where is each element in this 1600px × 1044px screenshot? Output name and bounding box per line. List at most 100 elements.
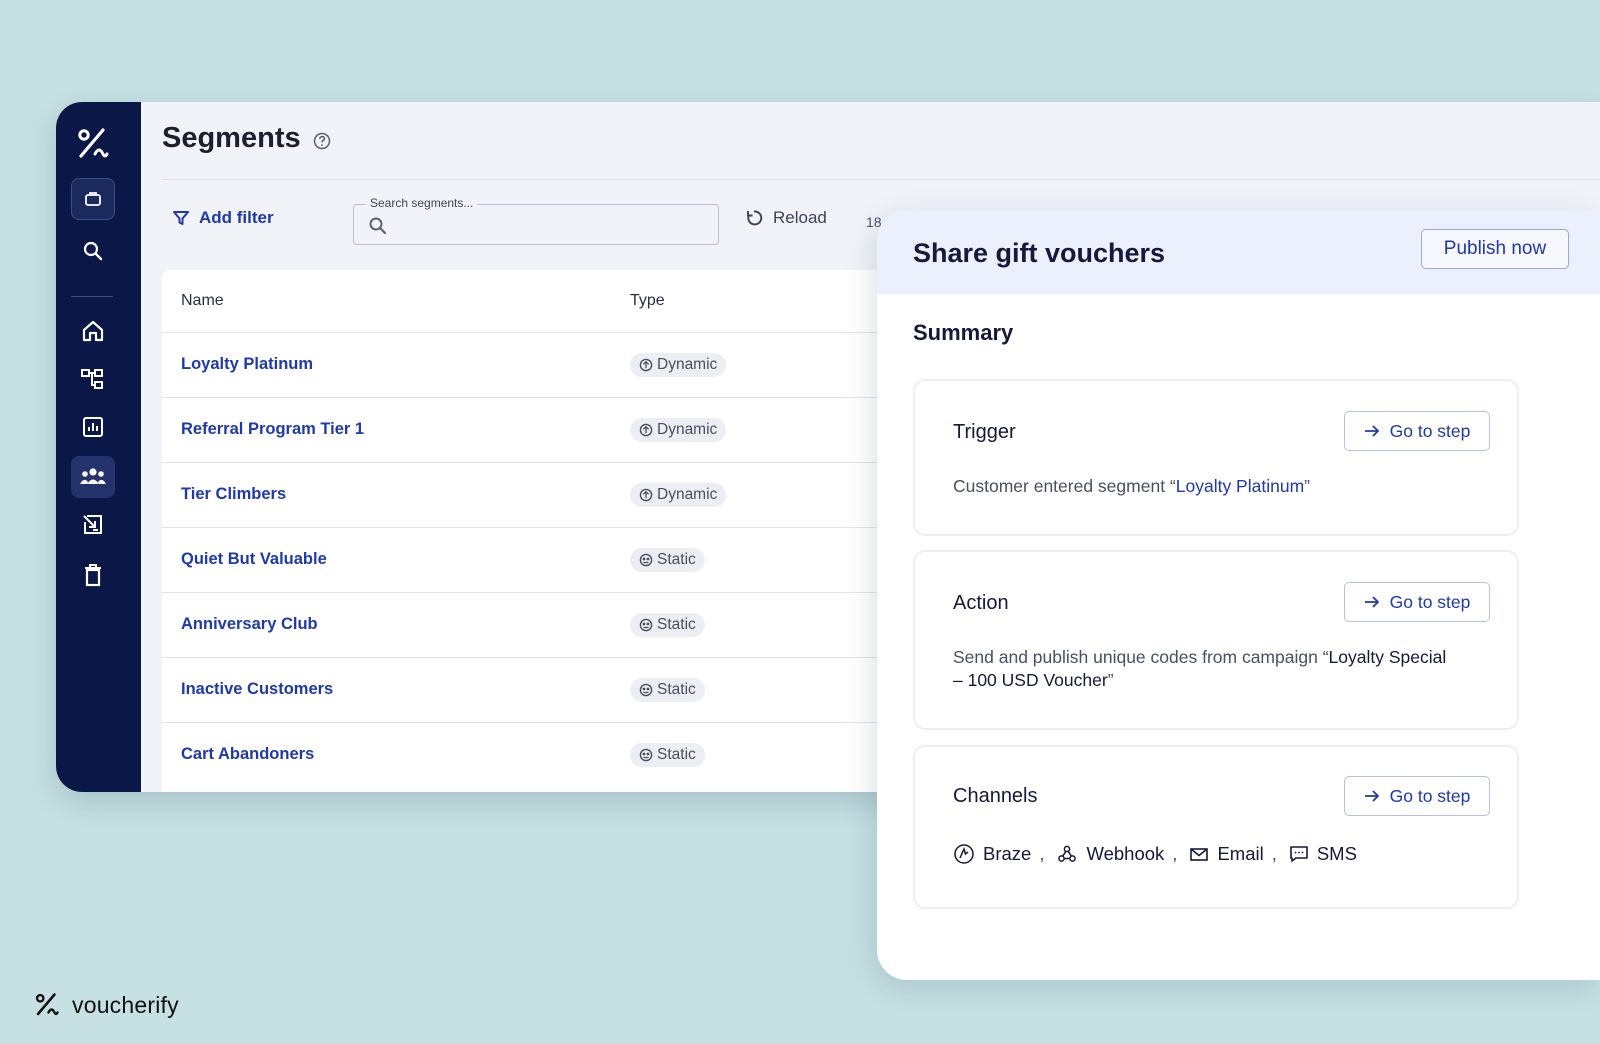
static-icon — [639, 553, 653, 567]
action-description: Send and publish unique codes from campa… — [953, 646, 1447, 692]
segment-name-link[interactable]: Cart Abandoners — [181, 745, 314, 764]
trigger-text-prefix: Customer entered segment “ — [953, 476, 1176, 496]
channel-separator: , — [1271, 843, 1277, 864]
reload-icon — [747, 210, 763, 226]
segment-name-link[interactable]: Inactive Customers — [181, 680, 333, 699]
title-divider — [162, 179, 1600, 180]
column-header-type[interactable]: Type — [630, 292, 665, 310]
help-icon[interactable] — [313, 132, 331, 150]
type-chip: Static — [630, 678, 705, 702]
segment-name-link[interactable]: Loyalty Platinum — [181, 355, 313, 374]
search-icon — [83, 241, 103, 261]
report-icon — [83, 417, 103, 437]
channel-sms: SMS — [1289, 843, 1357, 865]
channel-label: SMS — [1316, 843, 1357, 864]
channel-label: Webhook — [1086, 843, 1165, 864]
search-field[interactable]: Search segments... — [353, 196, 719, 245]
trigger-segment-link[interactable]: Loyalty Platinum — [1176, 476, 1304, 496]
brand-logo: voucherify — [32, 990, 179, 1020]
brand-name: voucherify — [72, 991, 179, 1018]
type-chip: Dynamic — [630, 418, 727, 442]
page-title: Segments — [162, 122, 301, 154]
share-gift-vouchers-panel: Share gift vouchers Publish now Summary … — [877, 210, 1600, 980]
sidebar-item-distributions[interactable] — [71, 358, 115, 400]
sms-icon — [1290, 846, 1308, 862]
channels-list: Braze , Webhook , Email , SMS — [953, 843, 1357, 865]
trigger-title: Trigger — [953, 421, 1016, 443]
type-chip: Static — [630, 613, 705, 637]
add-filter-button[interactable]: Add filter — [172, 208, 274, 228]
channels-title: Channels — [953, 785, 1038, 807]
dynamic-icon — [639, 358, 653, 372]
customers-icon — [80, 468, 106, 484]
static-icon — [639, 618, 653, 632]
sidebar-item-analytics[interactable] — [71, 406, 115, 448]
webhook-icon — [1058, 845, 1077, 862]
sidebar-item-home[interactable] — [71, 310, 115, 352]
type-label: Static — [657, 681, 696, 698]
go-to-step-label: Go to step — [1389, 420, 1471, 441]
channels-go-to-step-button[interactable]: Go to step — [1344, 776, 1490, 816]
column-header-name[interactable]: Name — [181, 292, 224, 310]
type-chip: Static — [630, 548, 705, 572]
trigger-step-card: Trigger Go to step Customer entered segm… — [913, 379, 1519, 536]
action-title: Action — [953, 592, 1009, 614]
static-icon — [639, 748, 653, 762]
segment-name-link[interactable]: Quiet But Valuable — [181, 550, 327, 569]
search-label: Search segments... — [366, 196, 478, 210]
search-input[interactable] — [392, 213, 706, 239]
type-chip: Static — [630, 743, 705, 767]
home-icon — [82, 320, 104, 342]
panel-title: Share gift vouchers — [913, 238, 1166, 268]
publish-now-button[interactable]: Publish now — [1421, 229, 1569, 269]
action-go-to-step-button[interactable]: Go to step — [1344, 582, 1490, 622]
type-chip: Dynamic — [630, 353, 727, 377]
hierarchy-icon — [81, 369, 103, 389]
sidebar-item-campaigns[interactable] — [71, 178, 115, 220]
briefcase-icon — [85, 192, 101, 206]
braze-icon — [954, 844, 974, 864]
import-icon — [83, 515, 102, 534]
channels-step-card: Channels Go to step Braze , Webhook , Em… — [913, 745, 1519, 909]
go-to-step-label: Go to step — [1389, 785, 1471, 806]
sidebar-item-imports[interactable] — [71, 504, 115, 546]
email-icon — [1190, 848, 1209, 861]
segment-name-link[interactable]: Referral Program Tier 1 — [181, 420, 364, 439]
go-to-step-label: Go to step — [1389, 591, 1471, 612]
reload-button[interactable]: Reload — [745, 208, 827, 228]
add-filter-label: Add filter — [199, 208, 274, 227]
segment-name-link[interactable]: Anniversary Club — [181, 615, 318, 634]
channel-email: Email — [1189, 843, 1264, 865]
type-label: Static — [657, 616, 696, 633]
arrow-right-icon — [1364, 790, 1379, 802]
trigger-description: Customer entered segment “Loyalty Platin… — [953, 475, 1447, 498]
action-text-prefix: Send and publish unique codes from campa… — [953, 647, 1329, 667]
action-text-suffix: ” — [1107, 670, 1114, 690]
panel-header: Share gift vouchers Publish now — [877, 210, 1600, 294]
type-label: Static — [657, 746, 696, 763]
type-label: Dynamic — [657, 356, 718, 373]
voucherify-logo-icon[interactable] — [73, 124, 113, 164]
type-chip: Dynamic — [630, 483, 727, 507]
sidebar-item-customers[interactable] — [71, 456, 115, 498]
action-step-card: Action Go to step Send and publish uniqu… — [913, 550, 1519, 730]
dynamic-icon — [639, 488, 653, 502]
sidebar-item-search[interactable] — [71, 230, 115, 272]
sidebar-divider — [71, 296, 113, 297]
channel-webhook: Webhook — [1056, 843, 1164, 865]
channel-separator: , — [1172, 843, 1178, 864]
static-icon — [639, 683, 653, 697]
search-icon — [369, 217, 387, 235]
voucherify-logo-icon — [35, 993, 59, 1016]
sidebar — [56, 102, 141, 792]
trigger-go-to-step-button[interactable]: Go to step — [1344, 411, 1490, 451]
filter-icon — [173, 211, 189, 225]
reload-label: Reload — [773, 208, 827, 227]
type-label: Dynamic — [657, 486, 718, 503]
channel-braze: Braze — [953, 843, 1031, 865]
segment-name-link[interactable]: Tier Climbers — [181, 485, 286, 504]
sidebar-item-bin[interactable] — [71, 554, 115, 596]
summary-heading: Summary — [913, 320, 1014, 345]
channel-label: Email — [1217, 843, 1264, 864]
type-label: Dynamic — [657, 421, 718, 438]
